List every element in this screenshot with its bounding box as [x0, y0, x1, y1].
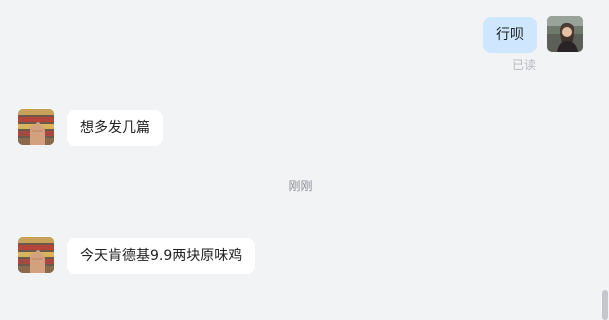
message-timestamp: 刚刚 — [288, 179, 313, 193]
contact-avatar[interactable] — [18, 237, 54, 273]
contact-avatar[interactable] — [18, 109, 54, 145]
outgoing-message-bubble[interactable]: 行呗 — [483, 17, 537, 53]
contact-avatar-photo-icon — [18, 109, 54, 145]
incoming-message: 想多发几篇 — [18, 109, 163, 146]
read-status-label: 已读 — [511, 58, 536, 72]
contact-avatar-photo-icon — [18, 237, 54, 273]
incoming-message: 今天肯德基9.9两块原味鸡 — [18, 237, 256, 274]
user-avatar-photo-icon — [547, 16, 583, 52]
chat-message-area: 行呗 已读 想多发几篇 刚刚 今天肯德基9.9两块原味鸡 — [0, 0, 609, 320]
self-avatar[interactable] — [547, 16, 583, 52]
incoming-message-bubble[interactable]: 想多发几篇 — [67, 110, 163, 146]
scrollbar-thumb[interactable] — [602, 290, 608, 320]
outgoing-message: 行呗 — [483, 16, 583, 53]
incoming-message-bubble[interactable]: 今天肯德基9.9两块原味鸡 — [67, 238, 256, 274]
